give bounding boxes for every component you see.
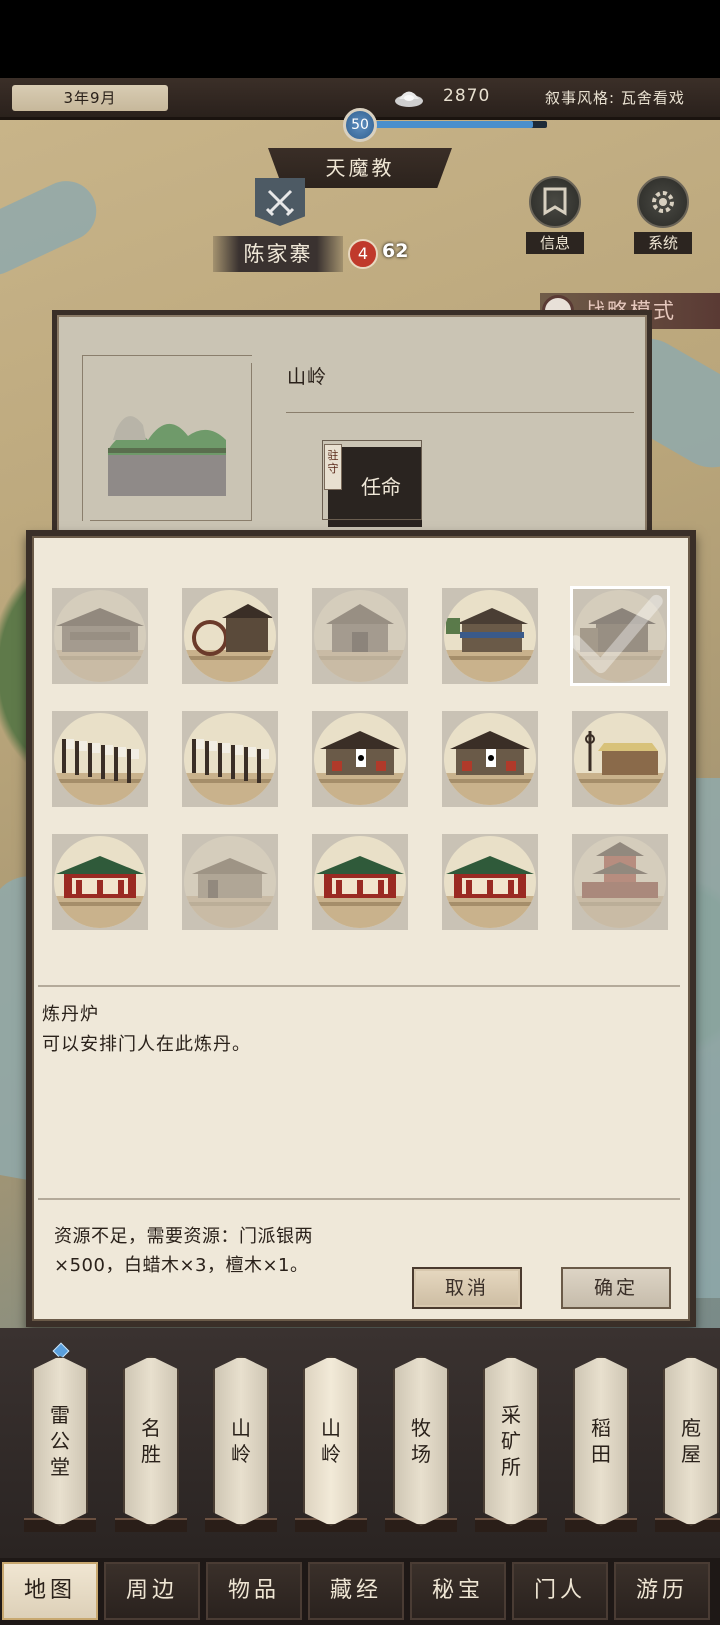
plaque-char: 牧: [411, 1416, 431, 1440]
nav-tab[interactable]: 地图: [2, 1562, 98, 1620]
nav-tab[interactable]: 游历: [614, 1562, 710, 1620]
confirm-button[interactable]: 确定: [561, 1267, 671, 1309]
plaque-char: 胜: [141, 1442, 161, 1466]
nav-tab[interactable]: 秘宝: [410, 1562, 506, 1620]
building-plaque[interactable]: 名胜: [123, 1356, 179, 1526]
building-option[interactable]: [182, 588, 278, 684]
plaque-char: 场: [411, 1442, 431, 1466]
description-divider: [38, 1198, 680, 1200]
selected-building-description: 可以安排门人在此炼丹。: [42, 1034, 251, 1055]
building-option[interactable]: [182, 834, 278, 930]
plaque-char: 屋: [681, 1442, 701, 1466]
silver-amount: 2870: [443, 86, 491, 106]
gear-icon: [637, 176, 689, 228]
title-divider: [286, 412, 634, 413]
nav-tab[interactable]: 门人: [512, 1562, 608, 1620]
cancel-button[interactable]: 取消: [412, 1267, 522, 1309]
building-plaque[interactable]: 山岭: [303, 1356, 359, 1526]
building-option[interactable]: [570, 586, 670, 686]
silver-ingot-icon: [395, 91, 423, 107]
building-option[interactable]: [572, 711, 668, 807]
building-plaque[interactable]: 庖屋: [663, 1356, 719, 1526]
plaque-char: 岭: [231, 1442, 251, 1466]
info-label: 信息: [526, 232, 584, 254]
checkmark-icon: [572, 594, 663, 674]
building-plaque[interactable]: 稻田: [573, 1356, 629, 1526]
garrison-tag: 驻守: [324, 444, 342, 490]
system-label: 系统: [634, 232, 692, 254]
plaque-char: 所: [501, 1455, 521, 1479]
plaque-char: 采: [501, 1403, 521, 1427]
building-option[interactable]: [572, 834, 668, 930]
banner-icon: [529, 176, 581, 228]
experience-bar: [372, 121, 547, 128]
narrative-style[interactable]: 叙事风格: 瓦舍看戏: [545, 87, 685, 108]
info-button[interactable]: 信息: [526, 176, 584, 254]
plaque-char: 堂: [50, 1455, 70, 1479]
game-date: 3年9月: [12, 85, 168, 111]
building-plaque[interactable]: 山岭: [213, 1356, 269, 1526]
building-plaque[interactable]: 雷公堂: [32, 1356, 88, 1526]
building-plaque[interactable]: 牧场: [393, 1356, 449, 1526]
red-count-badge: 4: [348, 239, 378, 269]
nav-tab[interactable]: 物品: [206, 1562, 302, 1620]
selected-building-name: 炼丹炉: [42, 1004, 99, 1025]
building-option[interactable]: [442, 588, 538, 684]
system-button[interactable]: 系统: [634, 176, 692, 254]
plaque-char: 公: [50, 1429, 70, 1453]
building-option[interactable]: [52, 711, 148, 807]
mountain-terrain-image: [108, 416, 226, 496]
plaque-char: 田: [591, 1442, 611, 1466]
plaque-char: 庖: [681, 1416, 701, 1440]
nav-tab[interactable]: 藏经: [308, 1562, 404, 1620]
resource-shortage-text: 资源不足，需要资源：门派银两×500，白蜡木×3，檀木×1。: [54, 1226, 313, 1276]
building-plaque[interactable]: 采矿所: [483, 1356, 539, 1526]
building-option[interactable]: [442, 711, 538, 807]
building-option[interactable]: [182, 711, 278, 807]
building-option[interactable]: [52, 834, 148, 930]
building-option[interactable]: [52, 588, 148, 684]
plaque-char: 岭: [321, 1442, 341, 1466]
experience-fill: [372, 121, 533, 128]
building-option[interactable]: [312, 588, 408, 684]
building-option[interactable]: [312, 834, 408, 930]
nav-tab[interactable]: 周边: [104, 1562, 200, 1620]
plaque-char: 山: [321, 1416, 341, 1440]
building-option[interactable]: [312, 711, 408, 807]
plaque-char: 稻: [591, 1416, 611, 1440]
plaque-char: 山: [231, 1416, 251, 1440]
plaque-char: 雷: [50, 1403, 70, 1427]
plaque-char: 名: [141, 1416, 161, 1440]
village-name[interactable]: 陈家寨: [213, 236, 343, 272]
dark-count-badge: 62: [382, 240, 409, 262]
crossed-swords-icon[interactable]: [255, 178, 305, 226]
building-option[interactable]: [442, 834, 538, 930]
sect-level-badge: 50: [343, 108, 377, 142]
grid-divider: [38, 985, 680, 987]
plaque-char: 矿: [501, 1429, 521, 1453]
terrain-title: 山岭: [287, 366, 328, 388]
